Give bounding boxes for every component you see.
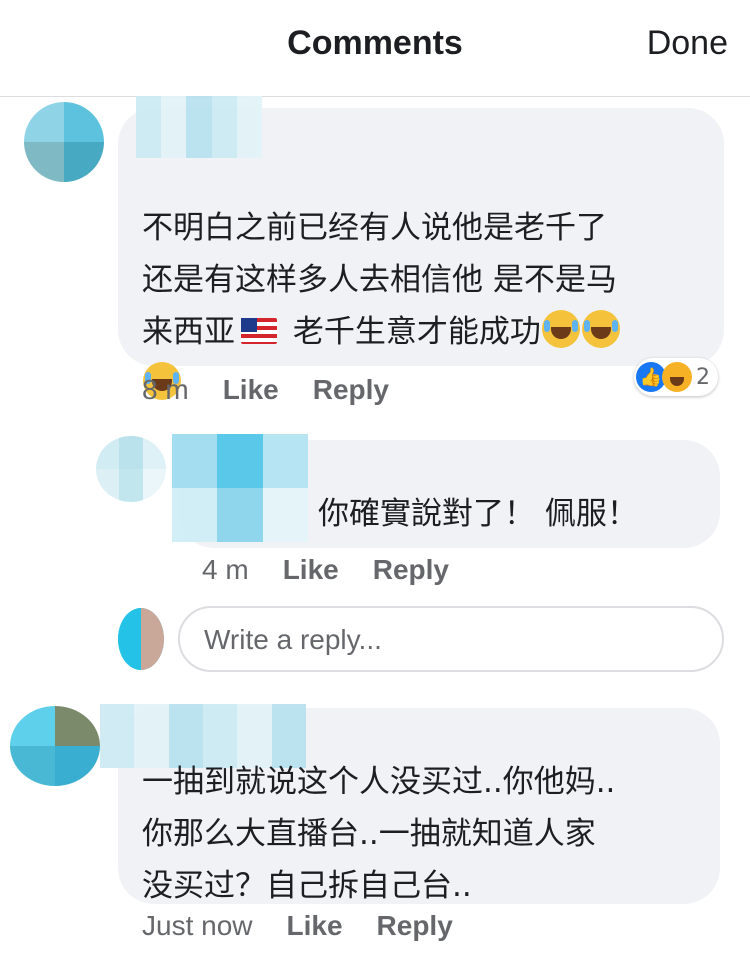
tears-of-joy-emoji-icon xyxy=(581,310,620,348)
comment-text: 不明白之前已经有人说他是老千了 还是有这样多人去相信他 是不是马 来西亚 老千生… xyxy=(142,150,712,410)
tears-of-joy-emoji-icon xyxy=(541,310,580,348)
comment-actions: 4 m Like Reply xyxy=(202,554,483,586)
comment-text: 一抽到就说这个人没买过..你他妈.. 你那么大直播台..一抽就知道人家 没买过？… xyxy=(142,764,616,904)
haha-reaction-icon xyxy=(662,362,692,392)
comment-text-tail: 老千生意才能成功 xyxy=(283,314,541,350)
header-bar: Comments Done xyxy=(0,0,750,97)
current-user-avatar xyxy=(118,608,164,670)
reply-input[interactable] xyxy=(202,618,706,662)
malaysia-flag-icon xyxy=(241,318,277,344)
page-title: Comments xyxy=(287,24,463,62)
avatar[interactable] xyxy=(10,706,100,786)
reaction-summary[interactable]: 👍 2 xyxy=(634,358,718,396)
reply-input-box[interactable] xyxy=(178,606,724,672)
reply-button[interactable]: Reply xyxy=(373,554,449,585)
comment-text: 你確實說對了！ 佩服！ xyxy=(318,496,638,532)
like-button[interactable]: Like xyxy=(223,374,279,405)
comment-timestamp: 4 m xyxy=(202,554,249,585)
comment-timestamp: Just now xyxy=(142,910,253,941)
reaction-count: 2 xyxy=(696,364,710,390)
comment-actions: Just now Like Reply xyxy=(142,910,487,942)
like-button[interactable]: Like xyxy=(287,910,343,941)
avatar[interactable] xyxy=(96,436,166,502)
blurred-author-name xyxy=(172,434,308,542)
like-button[interactable]: Like xyxy=(283,554,339,585)
blurred-author-name xyxy=(136,96,262,158)
comment-timestamp: 8 m xyxy=(142,374,189,405)
reply-button[interactable]: Reply xyxy=(377,910,453,941)
reply-button[interactable]: Reply xyxy=(313,374,389,405)
done-button[interactable]: Done xyxy=(647,24,728,63)
avatar[interactable] xyxy=(24,102,104,182)
comment-actions: 8 m Like Reply xyxy=(142,374,423,406)
